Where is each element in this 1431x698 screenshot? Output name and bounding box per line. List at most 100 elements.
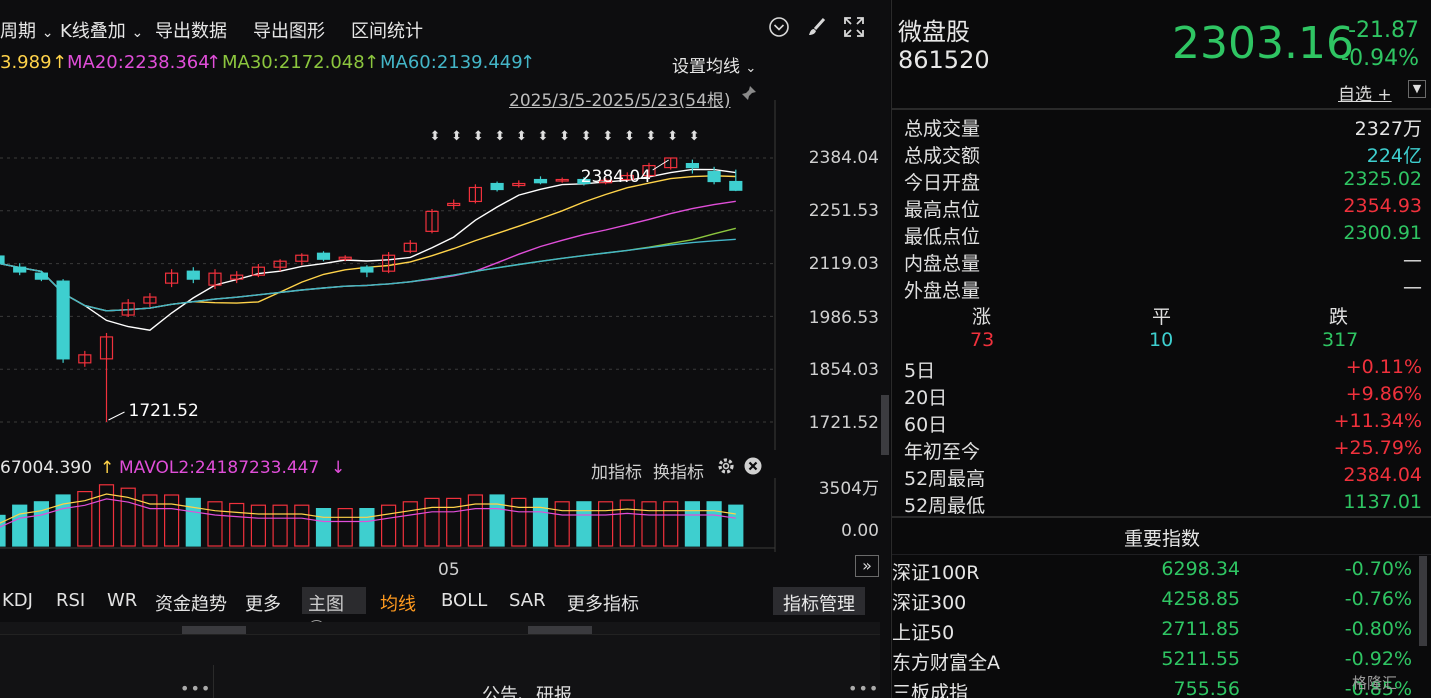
divider — [892, 554, 1431, 555]
stat-row: 总成交额 224亿 — [892, 141, 1431, 168]
panel-splitter[interactable] — [0, 622, 880, 634]
splitter-handle[interactable] — [182, 626, 246, 634]
index-row[interactable]: 东方财富全A 5211.55 -0.92% — [892, 648, 1431, 678]
volume-axis-label: 0.00 — [841, 521, 879, 541]
candle — [186, 270, 200, 280]
indicator-tabs: KDJ RSI WR 资金趋势 更多 主图 ? 均线 BOLL SAR 更多指标… — [0, 584, 880, 637]
signal-marker-icon: ⬍ — [430, 129, 441, 144]
candle — [34, 272, 49, 280]
expand-right-icon[interactable]: » — [855, 555, 879, 577]
scrollbar-thumb[interactable] — [881, 395, 889, 455]
index-row[interactable]: 深证100R 6298.34 -0.70% — [892, 558, 1431, 588]
tab-boll[interactable]: BOLL — [441, 590, 487, 611]
period-button[interactable]: 周期 ⌄ — [0, 17, 53, 43]
brush-icon[interactable] — [806, 16, 828, 43]
export-data-button[interactable]: 导出数据 — [155, 17, 227, 43]
tab-fund-trend[interactable]: 资金趋势 — [155, 590, 227, 616]
ma20-line — [0, 200, 736, 312]
ma5-line — [0, 168, 736, 331]
stat-value: 224亿 — [1366, 145, 1422, 167]
range-stats-button[interactable]: 区间统计 — [351, 17, 423, 43]
volume-bar — [250, 504, 266, 547]
tab-rsi[interactable]: RSI — [56, 590, 85, 611]
volume-bar — [164, 494, 180, 547]
candle — [490, 182, 504, 191]
candle — [533, 178, 548, 184]
announcement-tab[interactable]: 公告、研报 — [482, 681, 572, 698]
stat-row: 总成交量 2327万 — [892, 114, 1431, 141]
chevron-down-icon: ⌄ — [131, 25, 144, 41]
arrow-down-icon: ↓ — [331, 458, 346, 478]
watchlist-dropdown-icon[interactable]: ▼ — [1408, 80, 1426, 98]
tab-ma[interactable]: 均线 — [380, 590, 416, 616]
volume-bar — [229, 502, 245, 547]
performance-value: 2384.04 — [1343, 464, 1422, 486]
price-change-percent: -0.94% — [1341, 46, 1419, 71]
signal-marker-icon: ⬍ — [516, 129, 527, 144]
performance-row: 52周最低 1137.01 — [892, 491, 1431, 518]
divider — [892, 516, 1431, 518]
volume-bar — [359, 508, 375, 547]
signal-marker-icon: ⬍ — [559, 129, 570, 144]
arrow-up-icon: ↑ — [364, 52, 380, 73]
volume-chart[interactable] — [0, 478, 880, 552]
tab-sar[interactable]: SAR — [509, 590, 546, 611]
stat-label: 今日开盘 — [904, 172, 981, 194]
tab-kdj[interactable]: KDJ — [2, 590, 33, 611]
volume-bar — [532, 497, 549, 547]
indicator-manager-button[interactable]: 指标管理 — [773, 587, 865, 615]
ma60-value: MA60:2139.449 — [380, 52, 523, 73]
tab-more-indicators[interactable]: 更多指标 — [567, 590, 639, 616]
more-icon[interactable]: ••• — [180, 679, 211, 698]
volume-bar — [619, 499, 635, 547]
index-name: 上证50 — [892, 622, 955, 644]
ma-setting-label: 设置均线 — [672, 57, 740, 77]
down-count-label: 跌 — [1329, 306, 1349, 328]
index-row[interactable]: 上证50 2711.85 -0.80% — [892, 618, 1431, 648]
up-count-label: 涨 — [972, 306, 992, 328]
index-change: -0.76% — [1344, 588, 1412, 610]
volume-bar — [0, 514, 6, 547]
volume-axis-label: 3504万 — [818, 479, 879, 499]
performance-label: 60日 — [904, 414, 948, 436]
main-chart-tab[interactable]: 主图 ? — [302, 587, 366, 637]
volume-bar — [294, 504, 310, 547]
index-scrollbar[interactable] — [1419, 556, 1427, 646]
tab-more[interactable]: 更多 — [245, 590, 281, 616]
chevron-circle-icon[interactable] — [768, 16, 790, 43]
divider — [892, 108, 1431, 110]
stat-row: 最低点位 2300.91 — [892, 222, 1431, 249]
candle — [56, 280, 70, 360]
signal-marker-icon: ⬍ — [581, 129, 592, 144]
volume-bar — [402, 501, 418, 547]
signal-marker-icon: ⬍ — [538, 129, 549, 144]
ma-setting-button[interactable]: 设置均线 ⌄ — [672, 52, 756, 77]
index-row[interactable]: 三板成指 755.56 -0.85% — [892, 678, 1431, 698]
tab-wr[interactable]: WR — [107, 590, 137, 611]
candle — [360, 266, 374, 273]
volume-bar — [272, 504, 288, 547]
volume-bar — [728, 504, 744, 547]
candle — [729, 180, 743, 191]
index-price: 6298.34 — [1161, 558, 1240, 580]
add-watchlist-button[interactable]: 自选 + — [1338, 80, 1392, 105]
volume-bar — [381, 504, 397, 547]
volume-bar — [641, 501, 657, 547]
index-price: 5211.55 — [1161, 648, 1240, 670]
performance-value: +25.79% — [1333, 437, 1422, 459]
performance-value: +9.86% — [1345, 383, 1422, 405]
kline-overlay-button[interactable]: K线叠加 ⌄ — [60, 17, 143, 43]
splitter-handle[interactable] — [528, 626, 592, 634]
signal-marker-icon: ⬍ — [689, 129, 700, 144]
fullscreen-icon[interactable] — [843, 16, 865, 43]
export-chart-button[interactable]: 导出图形 — [253, 17, 325, 43]
high-annotation: 2384.04 — [581, 167, 651, 187]
index-name: 三板成指 — [892, 682, 969, 698]
candle — [316, 252, 331, 260]
vertical-scrollbar[interactable] — [880, 0, 890, 698]
more-icon[interactable]: ••• — [848, 679, 879, 698]
chart-toolbar: 周期 ⌄ K线叠加 ⌄ 导出数据 导出图形 区间统计 — [0, 8, 880, 48]
performance-value: +11.34% — [1333, 410, 1422, 432]
candlestick-chart[interactable]: ⬍ ⬍ ⬍ ⬍ ⬍ ⬍ ⬍ ⬍ ⬍ ⬍ ⬍ ⬍ ⬍ 2384.04 1721.52 — [0, 100, 880, 450]
index-row[interactable]: 深证300 4258.85 -0.76% — [892, 588, 1431, 618]
